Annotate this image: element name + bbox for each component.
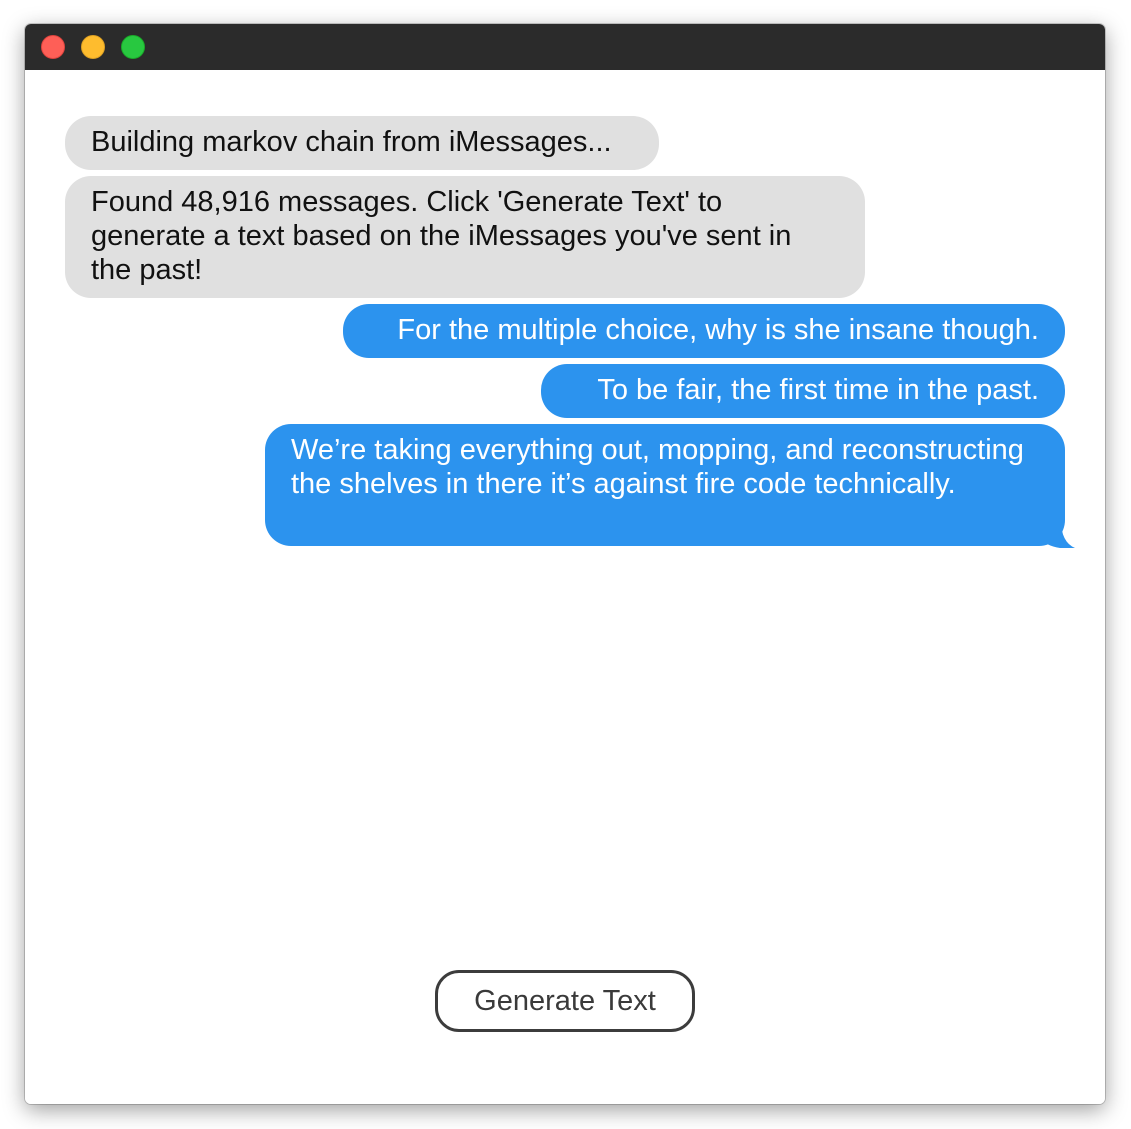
- message-bubble-received: Building markov chain from iMessages...: [65, 116, 659, 170]
- message-text: Building markov chain from iMessages...: [91, 126, 612, 158]
- message-bubble-received: Found 48,916 messages. Click 'Generate T…: [65, 176, 865, 298]
- message-text: We’re taking everything out, mopping, an…: [291, 434, 1024, 500]
- message-text: Found 48,916 messages. Click 'Generate T…: [91, 186, 792, 286]
- message-tail: [1047, 520, 1075, 548]
- generate-text-button[interactable]: Generate Text: [435, 970, 695, 1032]
- message-text: To be fair, the first time in the past.: [597, 374, 1039, 406]
- message-bubble-sent: We’re taking everything out, mopping, an…: [265, 424, 1065, 546]
- message-area: Building markov chain from iMessages... …: [25, 70, 1105, 1104]
- title-bar[interactable]: [25, 24, 1105, 70]
- minimize-window-button[interactable]: [81, 35, 105, 59]
- message-text: For the multiple choice, why is she insa…: [397, 314, 1039, 346]
- message-bubble-sent: For the multiple choice, why is she insa…: [343, 304, 1065, 358]
- maximize-window-button[interactable]: [121, 35, 145, 59]
- close-window-button[interactable]: [41, 35, 65, 59]
- message-bubble-sent: To be fair, the first time in the past.: [541, 364, 1065, 418]
- app-window: Building markov chain from iMessages... …: [25, 24, 1105, 1104]
